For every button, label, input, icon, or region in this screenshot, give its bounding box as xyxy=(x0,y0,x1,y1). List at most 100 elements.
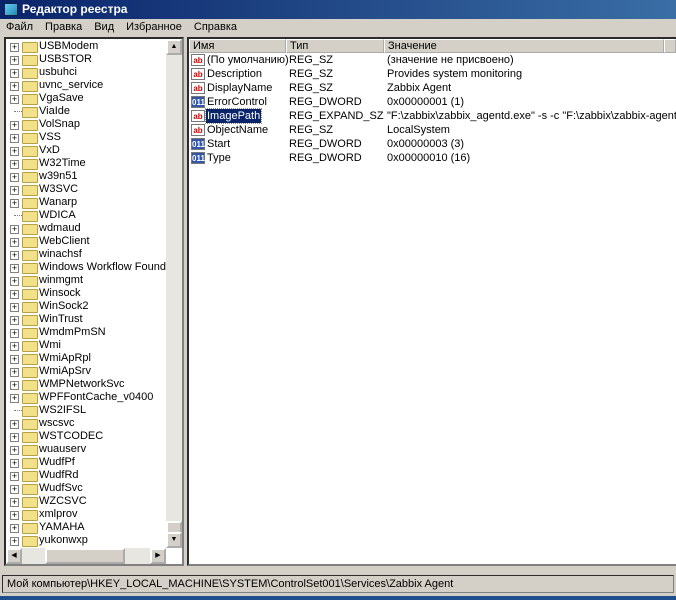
expand-icon[interactable]: + xyxy=(10,277,19,286)
expand-icon[interactable]: + xyxy=(10,160,19,169)
expand-icon[interactable]: + xyxy=(10,459,19,468)
expand-icon[interactable]: + xyxy=(10,147,19,156)
expand-icon[interactable]: + xyxy=(10,433,19,442)
folder-icon xyxy=(22,263,38,274)
folder-icon xyxy=(22,120,38,131)
string-value-icon: ab xyxy=(191,68,205,80)
tree-vertical-scrollbar[interactable]: ▲ ▼ xyxy=(166,39,182,548)
string-value-icon: ab xyxy=(191,110,205,122)
folder-icon xyxy=(22,354,38,365)
folder-icon xyxy=(22,341,38,352)
expand-icon[interactable]: + xyxy=(10,303,19,312)
expand-icon[interactable]: + xyxy=(10,511,19,520)
value-name: Type xyxy=(207,152,231,164)
expand-icon[interactable]: + xyxy=(10,485,19,494)
expand-icon[interactable]: + xyxy=(10,329,19,338)
column-header-type[interactable]: Тип xyxy=(286,39,384,53)
scroll-down-button[interactable]: ▼ xyxy=(166,532,182,548)
expand-icon[interactable]: + xyxy=(10,134,19,143)
value-row[interactable]: 011 ErrorControl REG_DWORD 0x00000001 (1) xyxy=(189,95,676,109)
expand-icon[interactable]: + xyxy=(10,186,19,195)
expand-icon[interactable]: + xyxy=(10,199,19,208)
menu-0[interactable]: Файл xyxy=(0,19,39,36)
expand-icon[interactable]: + xyxy=(10,69,19,78)
tree-item-label: WPFFontCache_v0400 xyxy=(39,391,154,403)
expand-icon[interactable]: + xyxy=(10,290,19,299)
folder-icon xyxy=(22,237,38,248)
folder-icon xyxy=(22,172,38,183)
value-row[interactable]: ab Description REG_SZ Provides system monit… xyxy=(189,67,676,81)
folder-icon xyxy=(22,250,38,261)
registry-editor-window: Редактор реестра Файл Правка Вид Избранное С… xyxy=(0,0,676,596)
folder-icon xyxy=(22,393,38,404)
expand-icon[interactable]: + xyxy=(10,173,19,182)
value-row[interactable]: ab DisplayName REG_SZ Zabbix Agent xyxy=(189,81,676,95)
tree-item-label: W32Time xyxy=(39,157,86,169)
expand-icon[interactable]: + xyxy=(10,446,19,455)
scroll-up-button[interactable]: ▲ xyxy=(166,39,182,55)
folder-icon xyxy=(22,159,38,170)
expand-icon[interactable]: + xyxy=(10,355,19,364)
value-row[interactable]: 011 Start REG_DWORD 0x00000003 (3) xyxy=(189,137,676,151)
menu-1[interactable]: Правка xyxy=(39,19,88,36)
expand-icon[interactable]: + xyxy=(10,524,19,533)
expand-icon[interactable]: + xyxy=(10,342,19,351)
value-type: REG_DWORD xyxy=(289,96,362,108)
folder-icon xyxy=(22,94,38,105)
tree-item-label: USBModem xyxy=(39,40,99,52)
tree-item-label: WinSock2 xyxy=(39,300,89,312)
expand-icon[interactable]: + xyxy=(10,316,19,325)
expand-icon[interactable]: + xyxy=(10,368,19,377)
value-data: Provides system monitoring xyxy=(387,68,523,80)
scroll-right-button[interactable]: ▶ xyxy=(150,548,166,564)
expand-icon[interactable]: + xyxy=(10,264,19,273)
expand-icon[interactable]: + xyxy=(10,537,19,546)
expand-icon[interactable]: + xyxy=(10,498,19,507)
expand-icon[interactable]: + xyxy=(10,251,19,260)
folder-icon xyxy=(22,458,38,469)
value-row[interactable]: 011 Type REG_DWORD 0x00000010 (16) xyxy=(189,151,676,165)
value-row[interactable]: ab (По умолчанию) REG_SZ (значение не присв… xyxy=(189,53,676,67)
list-header: Имя Тип Значение xyxy=(189,39,676,53)
menu-3[interactable]: Избранное xyxy=(120,19,188,36)
expand-icon[interactable]: + xyxy=(10,420,19,429)
expand-icon[interactable]: + xyxy=(10,95,19,104)
binary-value-icon: 011 xyxy=(191,152,205,164)
binary-value-icon: 011 xyxy=(191,96,205,108)
folder-icon xyxy=(22,107,38,118)
tree-horizontal-scrollbar[interactable]: ◀ ▶ xyxy=(6,548,166,564)
folder-icon xyxy=(22,198,38,209)
tree-item-label: VolSnap xyxy=(39,118,80,130)
value-row[interactable]: ab ObjectName REG_SZ LocalSystem xyxy=(189,123,676,137)
expand-icon[interactable]: + xyxy=(10,82,19,91)
tree-item-label: WZCSVC xyxy=(39,495,87,507)
value-row[interactable]: ab ImagePath REG_EXPAND_SZ "F:\zabbix\zabbi… xyxy=(189,108,676,124)
tree-item-label: wscsvc xyxy=(39,417,75,429)
value-data: "F:\zabbix\zabbix_agentd.exe" -s -c "F:\… xyxy=(387,110,676,122)
menu-4[interactable]: Справка xyxy=(188,19,243,36)
hscroll-thumb[interactable] xyxy=(45,548,125,564)
column-header-value[interactable]: Значение xyxy=(384,39,664,53)
expand-icon[interactable]: + xyxy=(10,238,19,247)
expand-icon[interactable]: + xyxy=(10,225,19,234)
folder-icon xyxy=(22,328,38,339)
menu-2[interactable]: Вид xyxy=(88,19,120,36)
folder-icon xyxy=(22,224,38,235)
expand-icon[interactable]: + xyxy=(10,381,19,390)
registry-tree[interactable]: + USBModem + USBSTOR + usbuhci + uvnc_service + V… xyxy=(4,37,184,566)
tree-item-label: wuauserv xyxy=(39,443,87,455)
expand-icon[interactable]: + xyxy=(10,43,19,52)
expand-icon[interactable]: + xyxy=(10,394,19,403)
folder-icon xyxy=(22,133,38,144)
value-name: (По умолчанию) xyxy=(207,54,289,66)
value-name: ObjectName xyxy=(207,124,269,136)
scroll-left-button[interactable]: ◀ xyxy=(6,548,22,564)
value-data: LocalSystem xyxy=(387,124,450,136)
tree-item-label: WudfPf xyxy=(39,456,75,468)
value-name: Start xyxy=(207,138,231,150)
expand-icon[interactable]: + xyxy=(10,121,19,130)
values-list[interactable]: Имя Тип Значение ab (По умолчанию) REG_SZ(… xyxy=(187,37,676,566)
column-header-name[interactable]: Имя xyxy=(189,39,286,53)
expand-icon[interactable]: + xyxy=(10,56,19,65)
expand-icon[interactable]: + xyxy=(10,472,19,481)
